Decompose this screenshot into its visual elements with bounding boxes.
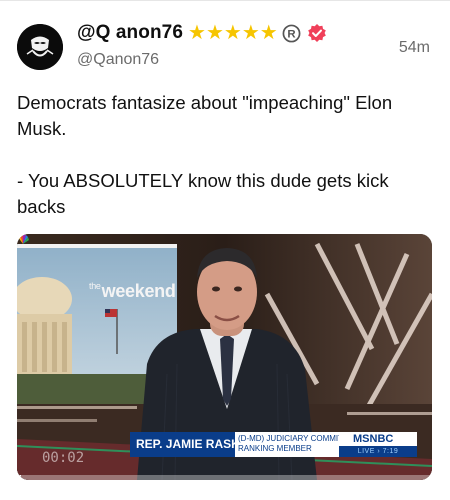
star-icon: ★ — [188, 22, 206, 44]
video-progress-fill — [17, 475, 22, 480]
post-text-line: - You ABSOLUTELY know this dude gets kic… — [17, 170, 389, 217]
show-logo: theweekend — [89, 281, 176, 301]
star-badges: ★ ★ ★ ★ ★ — [188, 23, 278, 43]
post-timestamp: 54m — [398, 39, 430, 56]
star-icon: ★ — [241, 22, 260, 44]
star-icon: ★ — [205, 22, 224, 44]
anonymous-mask-icon — [17, 24, 63, 70]
top-divider — [0, 0, 450, 1]
post-body: Democrats fantasize about "impeaching" E… — [17, 90, 435, 220]
video-elapsed-time: 00:02 — [42, 450, 85, 466]
network-logo: MSNBC — [339, 432, 417, 446]
verified-badge-icon — [307, 24, 326, 42]
peacock-icon — [18, 234, 29, 244]
author-handle[interactable]: @Qanon76 — [77, 51, 159, 69]
svg-text:R: R — [287, 28, 295, 40]
star-icon: ★ — [223, 22, 242, 44]
chyron-info-line: RANKING MEMBER — [238, 444, 312, 453]
video-player[interactable]: theweekend REP. JAMIE RASKIN (D-MD) JUDI… — [17, 234, 432, 480]
display-name[interactable]: @Q anon76 — [77, 22, 183, 44]
video-progress-bar[interactable] — [17, 475, 432, 480]
live-indicator: LIVE › 7:19 — [339, 446, 417, 457]
chyron-info-line: (D-MD) JUDICIARY COMMITTEE — [238, 434, 359, 443]
post-text-line: Democrats fantasize about "impeaching" E… — [17, 92, 393, 139]
avatar[interactable] — [17, 24, 63, 70]
chyron-info: (D-MD) JUDICIARY COMMITTEE RANKING MEMBE… — [235, 432, 359, 457]
author-name-row: @Q anon76 ★ ★ ★ ★ ★ R — [77, 22, 327, 44]
star-icon: ★ — [259, 22, 278, 44]
registered-mark-icon: R — [282, 24, 301, 42]
